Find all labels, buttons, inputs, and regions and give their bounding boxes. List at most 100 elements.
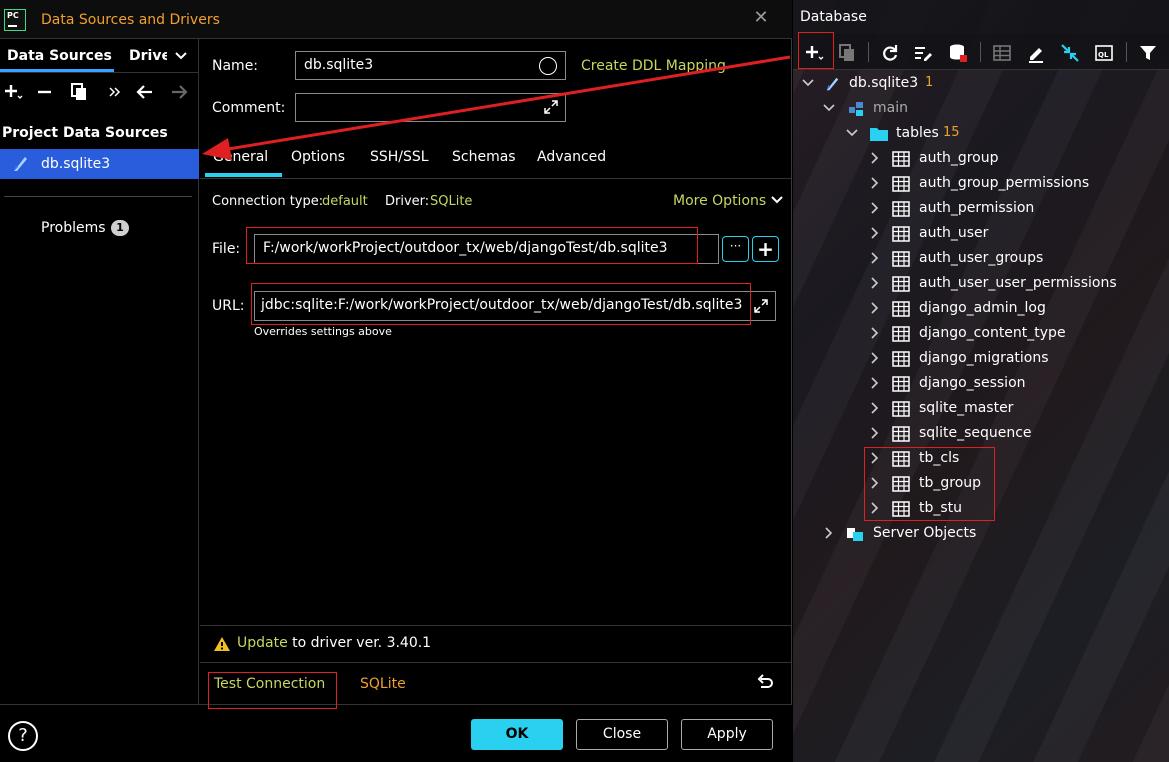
chevron-right-icon[interactable] xyxy=(868,301,882,315)
edit-icon[interactable] xyxy=(1026,43,1046,63)
driver-link[interactable]: SQLite xyxy=(360,676,406,692)
chevron-right-icon[interactable] xyxy=(868,451,882,465)
tree-node-table[interactable]: django_migrations xyxy=(793,346,1169,371)
chevron-right-icon[interactable] xyxy=(868,426,882,440)
chevron-down-icon[interactable] xyxy=(822,101,836,115)
tree-label: tb_group xyxy=(919,475,982,491)
more-icon[interactable] xyxy=(105,82,125,102)
tree-node-table[interactable]: auth_user xyxy=(793,221,1169,246)
tree-node-table[interactable]: auth_user_groups xyxy=(793,246,1169,271)
database-stop-icon[interactable] xyxy=(948,43,968,63)
tree-label: db.sqlite3 xyxy=(849,75,919,91)
tab-data-sources[interactable]: Data Sources xyxy=(7,48,112,64)
tree-label: sqlite_master xyxy=(919,400,1014,416)
data-source-item[interactable]: db.sqlite3 xyxy=(0,149,199,179)
tree-node-table[interactable]: django_session xyxy=(793,371,1169,396)
name-input[interactable]: db.sqlite3 xyxy=(295,51,566,80)
url-input[interactable]: jdbc:sqlite:F:/work/workProject/outdoor_… xyxy=(254,291,776,321)
expand-icon[interactable] xyxy=(543,99,559,115)
update-driver-link[interactable]: Update xyxy=(237,635,288,651)
tree-count: 15 xyxy=(943,125,960,140)
forward-arrow-icon[interactable] xyxy=(169,82,189,102)
filter-icon[interactable] xyxy=(1138,43,1158,63)
refresh-icon[interactable] xyxy=(880,43,900,63)
schema-edit-icon[interactable] xyxy=(913,43,933,63)
database-toolbar: QL xyxy=(793,34,1169,70)
test-connection-link[interactable]: Test Connection xyxy=(214,676,325,692)
back-arrow-icon[interactable] xyxy=(135,82,155,102)
jump-to-source-icon[interactable] xyxy=(1060,43,1080,63)
close-button[interactable]: Close xyxy=(576,719,668,750)
tab-options[interactable]: Options xyxy=(291,149,345,165)
tree-node-table[interactable]: auth_user_user_permissions xyxy=(793,271,1169,296)
expand-icon[interactable] xyxy=(753,298,769,314)
tree-node-table[interactable]: django_admin_log xyxy=(793,296,1169,321)
update-notice: Update to driver ver. 3.40.1 xyxy=(237,635,431,651)
warning-icon xyxy=(214,637,230,651)
file-path-input[interactable]: F:/work/workProject/outdoor_tx/web/djang… xyxy=(254,234,719,264)
apply-button[interactable]: Apply xyxy=(681,719,773,750)
add-icon[interactable] xyxy=(3,82,23,102)
chevron-down-icon[interactable] xyxy=(845,126,859,140)
duplicate-icon[interactable] xyxy=(69,82,89,102)
chevron-right-icon[interactable] xyxy=(822,526,836,540)
chevron-right-icon[interactable] xyxy=(868,376,882,390)
help-button[interactable]: ? xyxy=(8,721,38,751)
tree-node-table[interactable]: tb_group xyxy=(793,471,1169,496)
chevron-right-icon[interactable] xyxy=(868,151,882,165)
tree-node-schema[interactable]: main xyxy=(793,96,1169,121)
database-header: Database xyxy=(793,0,1169,34)
chevron-right-icon[interactable] xyxy=(868,201,882,215)
chevron-right-icon[interactable] xyxy=(868,326,882,340)
tree-node-table[interactable]: sqlite_master xyxy=(793,396,1169,421)
tree-node-table[interactable]: auth_permission xyxy=(793,196,1169,221)
ok-button[interactable]: OK xyxy=(471,719,563,750)
chevron-right-icon[interactable] xyxy=(868,226,882,240)
query-console-icon[interactable]: QL xyxy=(1094,43,1114,63)
chevron-right-icon[interactable] xyxy=(868,401,882,415)
chevron-right-icon[interactable] xyxy=(868,501,882,515)
more-options-link[interactable]: More Options xyxy=(673,193,783,209)
table-icon xyxy=(892,301,910,317)
tree-node-table[interactable]: auth_group_permissions xyxy=(793,171,1169,196)
remove-icon[interactable] xyxy=(35,82,55,102)
close-icon[interactable]: ✕ xyxy=(752,9,770,27)
tree-node-datasource[interactable]: db.sqlite3 1 xyxy=(793,71,1169,96)
tree-node-table[interactable]: auth_group xyxy=(793,146,1169,171)
table-icon xyxy=(892,476,910,492)
tree-node-table[interactable]: tb_cls xyxy=(793,446,1169,471)
color-circle-icon[interactable] xyxy=(539,57,557,75)
tab-drivers[interactable]: Drive xyxy=(129,48,167,64)
tab-advanced[interactable]: Advanced xyxy=(537,149,606,165)
svg-text:QL: QL xyxy=(1098,51,1109,59)
tree-node-table[interactable]: sqlite_sequence xyxy=(793,421,1169,446)
chevron-right-icon[interactable] xyxy=(868,251,882,265)
reset-icon[interactable] xyxy=(755,673,775,693)
copy-icon[interactable] xyxy=(837,43,857,63)
browse-file-button[interactable]: ··· xyxy=(722,236,749,262)
tab-ssh-ssl[interactable]: SSH/SSL xyxy=(370,149,429,165)
chevron-down-icon[interactable] xyxy=(801,76,815,90)
tab-general[interactable]: General xyxy=(213,149,268,165)
table-icon[interactable] xyxy=(992,43,1012,63)
chevron-right-icon[interactable] xyxy=(868,176,882,190)
comment-input[interactable] xyxy=(295,93,566,122)
tree-node-table[interactable]: tb_stu xyxy=(793,496,1169,521)
add-file-button[interactable]: + xyxy=(752,236,779,262)
tree-node-tables[interactable]: tables 15 xyxy=(793,121,1169,146)
tab-schemas[interactable]: Schemas xyxy=(452,149,516,165)
create-ddl-mapping-link[interactable]: Create DDL Mapping xyxy=(581,58,726,74)
add-icon[interactable] xyxy=(804,43,824,63)
driver-value[interactable]: SQLite xyxy=(430,194,472,209)
tree-node-server-objects[interactable]: Server Objects xyxy=(793,521,1169,546)
problems-label[interactable]: Problems xyxy=(41,220,106,236)
sqlite-icon xyxy=(14,157,27,171)
chevron-right-icon[interactable] xyxy=(868,476,882,490)
chevron-right-icon[interactable] xyxy=(868,351,882,365)
chevron-down-icon[interactable] xyxy=(174,49,188,63)
connection-type-value[interactable]: default xyxy=(322,194,368,209)
tree-node-table[interactable]: django_content_type xyxy=(793,321,1169,346)
data-source-label: db.sqlite3 xyxy=(41,156,111,172)
chevron-down-icon xyxy=(770,196,783,204)
chevron-right-icon[interactable] xyxy=(868,276,882,290)
